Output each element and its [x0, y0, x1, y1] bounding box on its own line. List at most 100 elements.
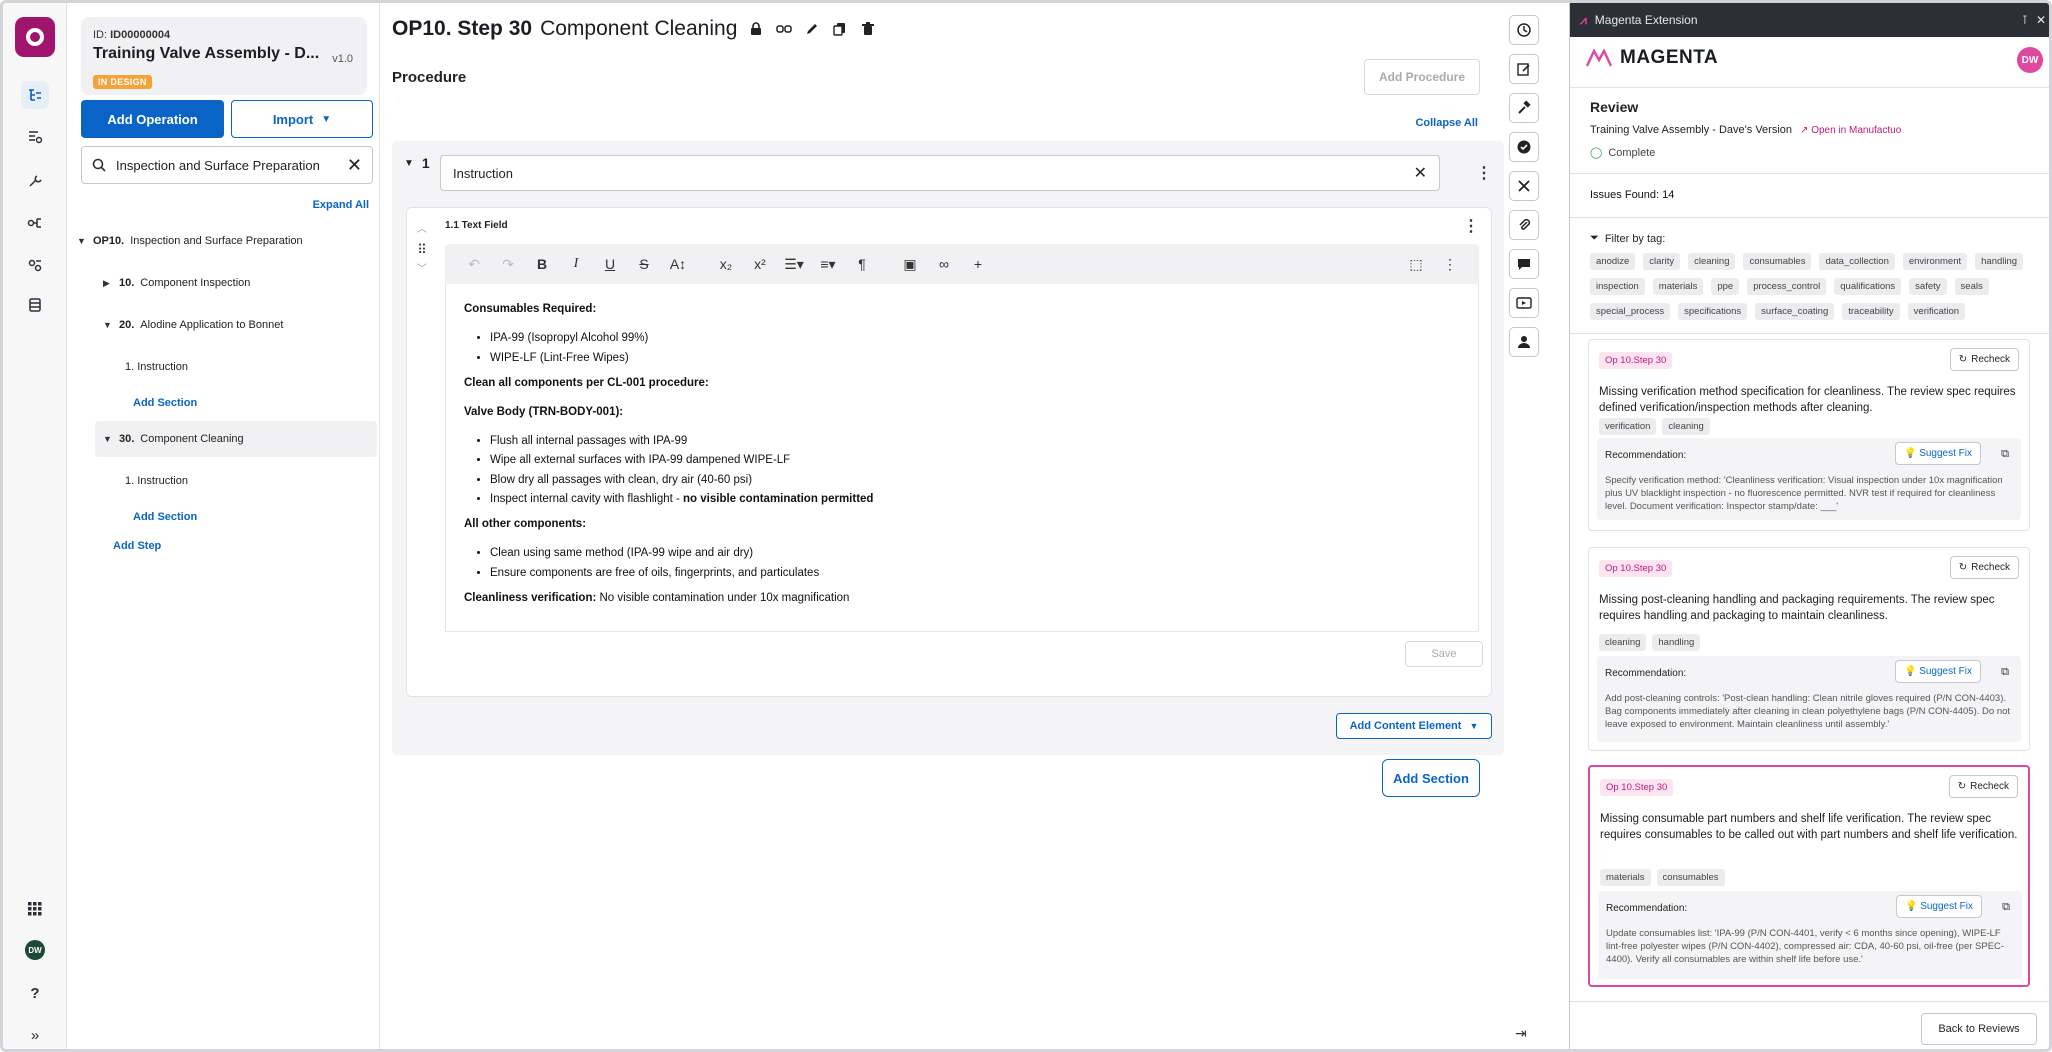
- redo-icon[interactable]: ↷: [491, 250, 525, 278]
- bold-icon[interactable]: B: [525, 250, 559, 278]
- filter-tag[interactable]: materials: [1652, 278, 1704, 295]
- copy-icon[interactable]: [831, 20, 849, 38]
- toolbar-more-icon[interactable]: ⋮: [1433, 250, 1467, 278]
- filter-tag[interactable]: environment: [1902, 253, 1968, 270]
- caret-down-icon[interactable]: ▼: [77, 236, 87, 246]
- caret-down-icon[interactable]: ▼: [103, 434, 113, 444]
- section-more-icon[interactable]: ⋮: [1476, 163, 1492, 183]
- ordered-list-icon[interactable]: ☰▾: [777, 250, 811, 278]
- tree-section-instruction[interactable]: 1. Instruction: [125, 475, 188, 487]
- paragraph-icon[interactable]: ¶: [845, 250, 879, 278]
- add-operation-button[interactable]: Add Operation: [81, 100, 224, 138]
- add-procedure-button[interactable]: Add Procedure: [1364, 59, 1480, 95]
- recheck-button[interactable]: ↻ Recheck: [1948, 775, 2018, 798]
- suggest-fix-button[interactable]: 💡 Suggest Fix: [1894, 442, 1981, 465]
- suggest-fix-button[interactable]: 💡 Suggest Fix: [1894, 660, 1981, 683]
- filter-tag[interactable]: qualifications: [1834, 278, 1902, 295]
- filter-tag[interactable]: specifications: [1678, 303, 1748, 320]
- verified-badge-icon[interactable]: [1509, 132, 1539, 162]
- search-input[interactable]: Inspection and Surface Preparation ✕: [81, 146, 373, 184]
- tree-step-10[interactable]: ▶ 10. Component Inspection: [103, 277, 250, 289]
- user-avatar[interactable]: DW: [2017, 47, 2043, 73]
- person-icon[interactable]: [1509, 327, 1539, 357]
- italic-icon[interactable]: I: [559, 250, 593, 278]
- add-section-link[interactable]: Add Section: [133, 397, 197, 409]
- import-button[interactable]: Import ▼: [231, 100, 373, 138]
- caret-right-icon[interactable]: ▶: [103, 278, 113, 289]
- caret-down-icon[interactable]: ▼: [404, 158, 414, 169]
- expand-rail-icon[interactable]: »: [21, 1021, 49, 1049]
- tree-view-icon[interactable]: [21, 81, 49, 109]
- add-section-link[interactable]: Add Section: [133, 511, 197, 523]
- video-icon[interactable]: [1509, 288, 1539, 318]
- settings-flow-icon[interactable]: [21, 251, 49, 279]
- database-icon[interactable]: [21, 291, 49, 319]
- hammer-icon[interactable]: [1509, 93, 1539, 123]
- image-icon[interactable]: ▣: [893, 250, 927, 278]
- field-more-icon[interactable]: ⋮: [1463, 216, 1479, 236]
- insert-icon[interactable]: +: [961, 250, 995, 278]
- back-to-reviews-button[interactable]: Back to Reviews: [1921, 1013, 2037, 1045]
- edit-note-icon[interactable]: [1509, 54, 1539, 84]
- tree-step-30[interactable]: ▼ 30. Component Cleaning: [95, 421, 377, 457]
- rich-text-editor[interactable]: Consumables Required: IPA-99 (Isopropyl …: [445, 284, 1479, 632]
- filter-tag[interactable]: traceability: [1842, 303, 1900, 320]
- move-down-icon[interactable]: ﹀: [417, 260, 427, 280]
- issue-tag[interactable]: handling: [1652, 634, 1701, 651]
- clear-icon[interactable]: ✕: [1414, 163, 1427, 183]
- pin-icon[interactable]: ⊺: [2022, 13, 2028, 27]
- filter-tag[interactable]: verification: [1907, 303, 1966, 320]
- filter-tag[interactable]: consumables: [1743, 253, 1812, 270]
- help-icon[interactable]: ?: [21, 979, 49, 1007]
- link-icon[interactable]: [775, 20, 793, 38]
- filter-tag[interactable]: data_collection: [1819, 253, 1895, 270]
- suggest-fix-button[interactable]: 💡 Suggest Fix: [1895, 895, 1982, 918]
- trash-icon[interactable]: [859, 20, 877, 38]
- collapse-all-link[interactable]: Collapse All: [1415, 117, 1478, 129]
- issue-tag[interactable]: materials: [1600, 869, 1651, 886]
- recheck-button[interactable]: ↻ Recheck: [1949, 556, 2019, 579]
- drag-handle-icon[interactable]: ⠿: [417, 240, 427, 260]
- filter-tag[interactable]: anodize: [1590, 253, 1636, 270]
- filter-tag[interactable]: clarity: [1643, 253, 1681, 270]
- issue-tag[interactable]: consumables: [1656, 869, 1725, 886]
- flow-icon[interactable]: [21, 209, 49, 237]
- tree-step-20[interactable]: ▼ 20. Alodine Application to Bonnet: [103, 319, 283, 331]
- clear-search-icon[interactable]: ✕: [347, 155, 362, 176]
- apps-grid-icon[interactable]: [21, 895, 49, 923]
- filter-tag[interactable]: inspection: [1590, 278, 1645, 295]
- filter-tag[interactable]: process_control: [1747, 278, 1827, 295]
- filter-tag[interactable]: surface_coating: [1755, 303, 1835, 320]
- expand-all-link[interactable]: Expand All: [313, 199, 369, 211]
- caret-down-icon[interactable]: ▼: [103, 320, 113, 330]
- filter-tag[interactable]: seals: [1954, 278, 1989, 295]
- edit-icon[interactable]: [803, 20, 821, 38]
- add-step-link[interactable]: Add Step: [113, 540, 161, 552]
- select-all-icon[interactable]: ⬚: [1399, 250, 1433, 278]
- filter-tag[interactable]: cleaning: [1688, 253, 1736, 270]
- list-settings-icon[interactable]: [21, 123, 49, 151]
- copy-icon[interactable]: ⧉: [2001, 666, 2009, 679]
- save-button[interactable]: Save: [1405, 641, 1483, 667]
- copy-icon[interactable]: ⧉: [2002, 901, 2010, 914]
- superscript-icon[interactable]: x²: [743, 250, 777, 278]
- issue-tag[interactable]: verification: [1599, 418, 1657, 435]
- attachment-icon[interactable]: [1509, 210, 1539, 240]
- copy-icon[interactable]: ⧉: [2001, 448, 2009, 461]
- filter-tag[interactable]: special_process: [1590, 303, 1671, 320]
- collapse-panel-icon[interactable]: ⇥: [1515, 1025, 1527, 1042]
- issue-tag[interactable]: cleaning: [1599, 634, 1647, 651]
- font-size-icon[interactable]: A↕: [661, 250, 695, 278]
- move-up-icon[interactable]: ︿: [417, 220, 427, 240]
- section-number[interactable]: ▼ 1: [404, 155, 430, 171]
- strikethrough-icon[interactable]: S: [627, 250, 661, 278]
- filter-tag[interactable]: ppe: [1711, 278, 1740, 295]
- filter-tag[interactable]: safety: [1909, 278, 1947, 295]
- section-title-input[interactable]: Instruction ✕: [440, 155, 1440, 191]
- undo-icon[interactable]: ↶: [457, 250, 491, 278]
- comment-icon[interactable]: [1509, 249, 1539, 279]
- lock-icon[interactable]: [747, 20, 765, 38]
- link-icon[interactable]: ∞: [927, 250, 961, 278]
- tools-crossed-icon[interactable]: [1509, 171, 1539, 201]
- add-content-element-button[interactable]: Add Content Element ▼: [1336, 713, 1492, 739]
